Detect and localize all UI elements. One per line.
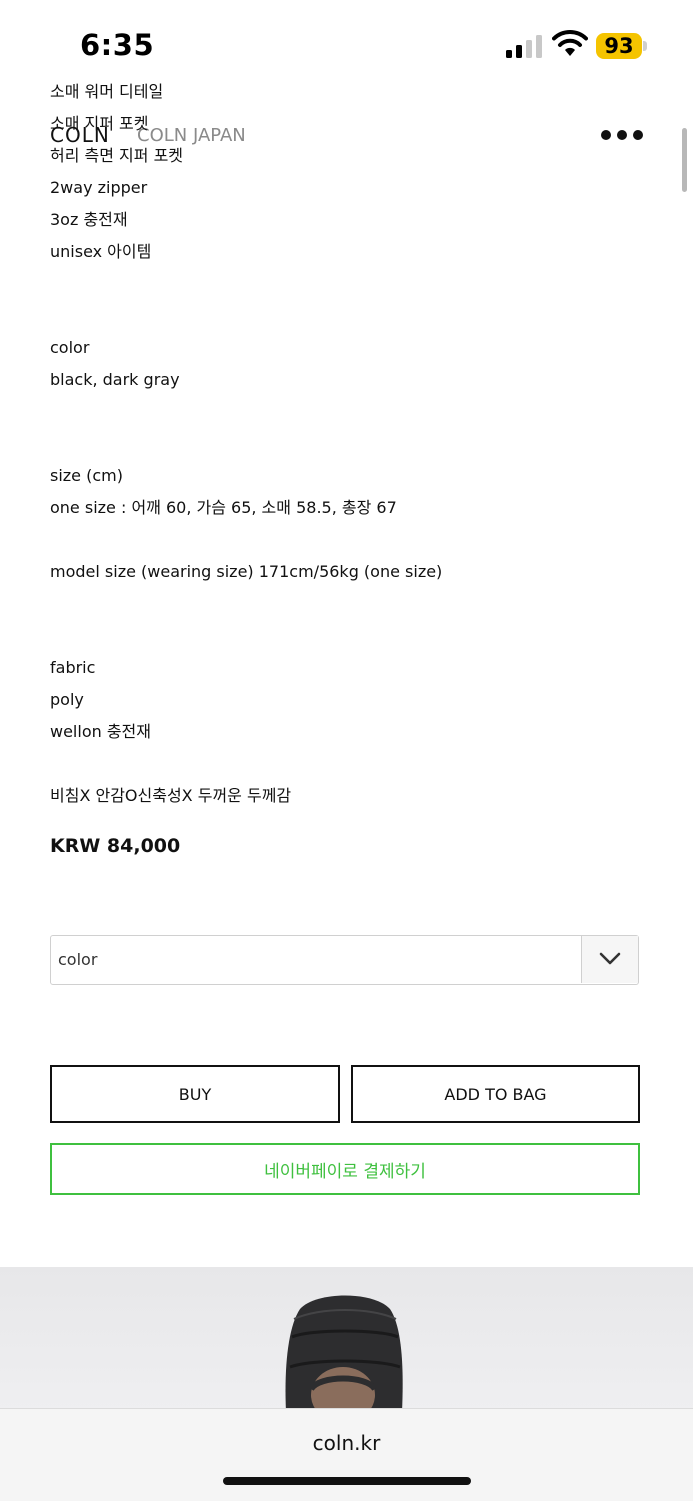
color-option-select[interactable]: color bbox=[50, 935, 639, 985]
model-image bbox=[285, 1295, 403, 1412]
description-line: 허리 측면 지퍼 포켓 bbox=[50, 146, 184, 165]
site-logo-japan[interactable]: COLN JAPAN bbox=[137, 125, 246, 146]
description-line: 소매 지퍼 포켓 bbox=[50, 114, 149, 133]
battery-tip bbox=[643, 41, 647, 51]
product-photo bbox=[0, 1267, 693, 1412]
select-dropdown-button[interactable] bbox=[581, 936, 638, 983]
scrollbar-thumb[interactable] bbox=[682, 128, 687, 192]
description-line: 2way zipper bbox=[50, 178, 148, 197]
chevron-down-icon bbox=[599, 952, 621, 965]
description-line: color bbox=[50, 338, 90, 357]
home-indicator[interactable] bbox=[223, 1477, 471, 1485]
add-to-bag-button[interactable]: ADD TO BAG bbox=[351, 1065, 640, 1123]
select-value: color bbox=[58, 950, 98, 969]
description-line: black, dark gray bbox=[50, 370, 180, 389]
description-line: 비침X 안감O신축성X 두꺼운 두께감 bbox=[50, 786, 292, 805]
more-dots-icon[interactable] bbox=[600, 122, 644, 148]
naver-pay-button[interactable]: 네이버페이로 결제하기 bbox=[50, 1143, 640, 1195]
description-line: model size (wearing size) 171cm/56kg (on… bbox=[50, 562, 443, 581]
description-line: unisex 아이템 bbox=[50, 242, 152, 261]
address-url[interactable]: coln.kr bbox=[0, 1431, 693, 1455]
description-line: one size : 어깨 60, 가슴 65, 소매 58.5, 총장 67 bbox=[50, 498, 397, 517]
product-price: KRW 84,000 bbox=[50, 835, 181, 857]
buy-button[interactable]: BUY bbox=[50, 1065, 340, 1123]
description-line: 소매 워머 디테일 bbox=[50, 82, 164, 101]
wifi-icon bbox=[552, 30, 588, 56]
description-line: fabric bbox=[50, 658, 96, 677]
battery-indicator: 93 bbox=[596, 33, 642, 59]
description-line: poly bbox=[50, 690, 84, 709]
description-line: 3oz 충전재 bbox=[50, 210, 128, 229]
description-line: size (cm) bbox=[50, 466, 123, 485]
cellular-signal-icon bbox=[506, 35, 542, 58]
status-time: 6:35 bbox=[80, 28, 155, 62]
description-line: wellon 충전재 bbox=[50, 722, 151, 741]
